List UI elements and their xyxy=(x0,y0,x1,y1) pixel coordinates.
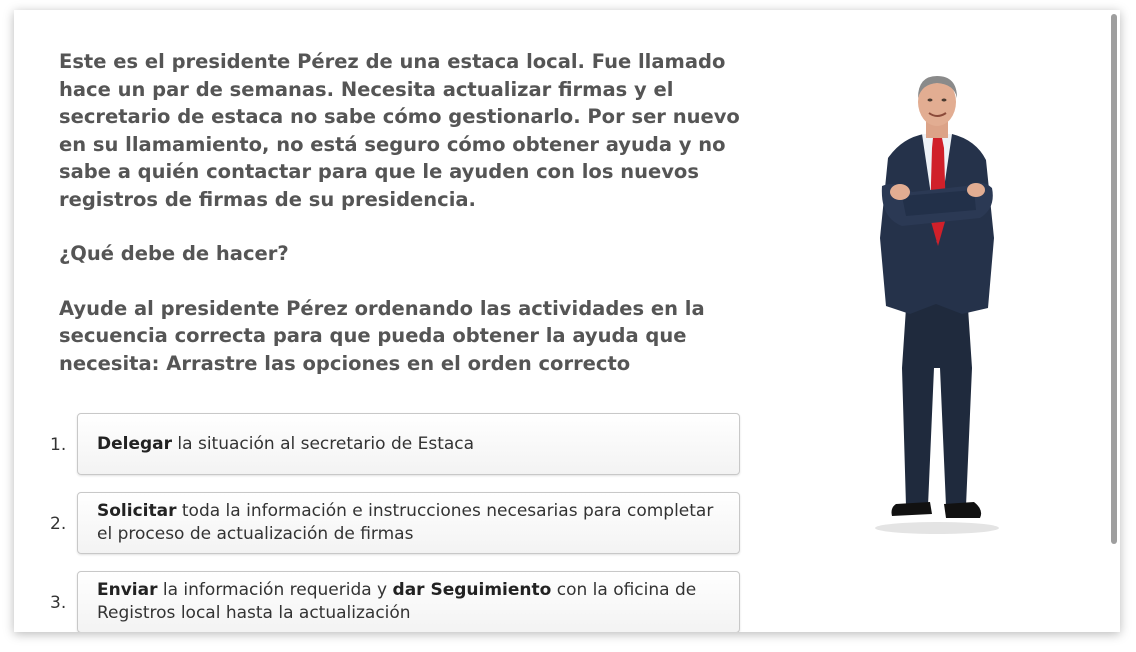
option-row-1: 1. Delegar la situación al secretario de… xyxy=(50,413,759,477)
option-row-2: 2. Solicitar toda la información e instr… xyxy=(50,492,759,556)
option-text: toda la información e instrucciones nece… xyxy=(97,501,714,544)
draggable-option-delegar[interactable]: Delegar la situación al secretario de Es… xyxy=(77,413,740,475)
option-number: 2. xyxy=(50,514,67,534)
option-number: 1. xyxy=(50,435,67,455)
draggable-option-solicitar[interactable]: Solicitar toda la información e instrucc… xyxy=(77,492,740,554)
question-text: ¿Qué debe de hacer? xyxy=(59,242,289,265)
instructions-text: Ayude al presidente Pérez ordenando las … xyxy=(59,296,705,375)
option-keyword-2: dar Seguimiento xyxy=(392,580,552,600)
option-keyword: Solicitar xyxy=(97,501,177,521)
option-label: Delegar la situación al secretario de Es… xyxy=(97,433,474,456)
scenario-text: Este es el presidente Pérez de una estac… xyxy=(59,50,740,211)
sortable-options-list: 1. Delegar la situación al secretario de… xyxy=(50,413,759,632)
option-text: la información requerida y xyxy=(157,580,393,600)
trousers xyxy=(902,293,972,506)
president-perez-image xyxy=(875,76,999,534)
activity-content: Este es el presidente Pérez de una estac… xyxy=(50,48,749,632)
activity-panel: Este es el presidente Pérez de una estac… xyxy=(14,10,1120,632)
option-row-3: 3. Enviar la información requerida y dar… xyxy=(50,571,759,632)
option-text: la situación al secretario de Estaca xyxy=(172,433,475,454)
option-label: Enviar la información requerida y dar Se… xyxy=(97,579,729,625)
vertical-scrollbar[interactable] xyxy=(1111,14,1117,544)
option-number: 3. xyxy=(50,593,67,613)
draggable-option-enviar[interactable]: Enviar la información requerida y dar Se… xyxy=(77,571,740,632)
option-keyword: Enviar xyxy=(97,580,158,600)
option-keyword: Delegar xyxy=(97,433,173,454)
option-label: Solicitar toda la información e instrucc… xyxy=(97,500,729,546)
